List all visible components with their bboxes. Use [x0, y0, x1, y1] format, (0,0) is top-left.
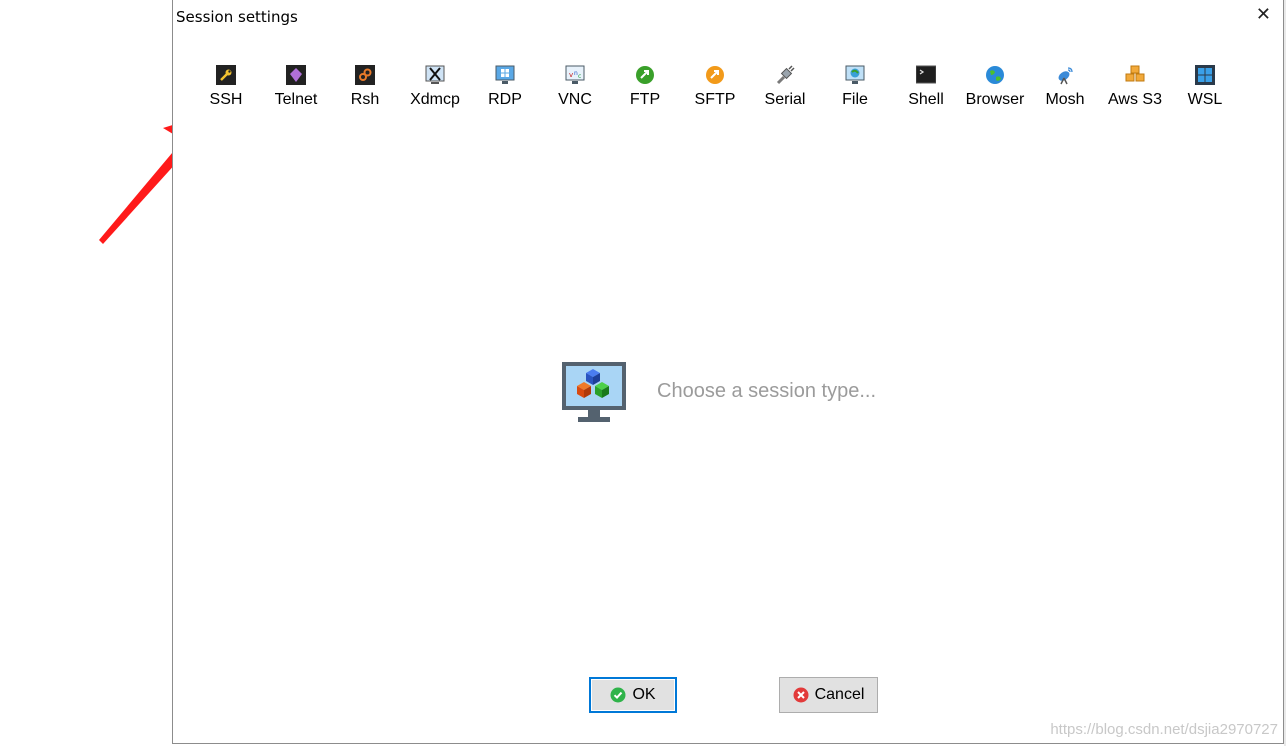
aws-s3-icon [1125, 65, 1145, 82]
close-icon[interactable]: ✕ [1256, 6, 1271, 24]
session-type-label: Serial [764, 91, 806, 108]
dialog-title: Session settings [176, 8, 298, 26]
rsh-icon [355, 65, 375, 85]
satellite-icon [1058, 67, 1073, 85]
xdmcp-icon [425, 65, 445, 84]
session-type-rsh[interactable]: Rsh [330, 60, 400, 116]
session-type-label: Browser [965, 91, 1025, 108]
monitor-cubes-icon [562, 362, 626, 422]
session-type-label: Rsh [350, 91, 380, 108]
session-type-vnc[interactable]: vnc VNC [540, 60, 610, 116]
file-icon [845, 65, 865, 84]
session-type-file[interactable]: File [820, 60, 890, 116]
session-type-label: SFTP [694, 91, 736, 108]
session-type-label: SSH [209, 91, 243, 108]
session-type-aws-s3[interactable]: Aws S3 [1100, 60, 1170, 116]
choose-session-hint: Choose a session type... [657, 380, 877, 402]
check-icon [610, 687, 626, 703]
serial-plug-icon [776, 65, 795, 85]
session-type-label: RDP [488, 91, 522, 108]
session-type-label: Aws S3 [1108, 91, 1162, 108]
wrench-icon [216, 65, 236, 85]
sftp-icon [706, 66, 724, 84]
session-type-label: FTP [629, 91, 661, 108]
rdp-icon [495, 65, 515, 84]
svg-text:c: c [578, 73, 581, 80]
cancel-button-label: Cancel [814, 686, 865, 703]
session-type-label: File [842, 91, 868, 108]
session-type-ftp[interactable]: FTP [610, 60, 680, 116]
session-type-mosh[interactable]: Mosh [1030, 60, 1100, 116]
session-type-sftp[interactable]: SFTP [680, 60, 750, 116]
globe-icon [986, 66, 1004, 84]
telnet-icon [286, 65, 306, 85]
session-type-label: Shell [908, 91, 944, 108]
watermark: https://blog.csdn.net/dsjia2970727 [1050, 721, 1278, 738]
ok-button-label: OK [632, 686, 656, 703]
session-settings-dialog: Session settings ✕ SSH Telnet Rsh Xdmcp … [172, 0, 1284, 744]
session-type-label: WSL [1187, 91, 1223, 108]
cancel-button[interactable]: Cancel [779, 677, 878, 713]
session-type-shell[interactable]: Shell [891, 60, 961, 116]
session-type-ssh[interactable]: SSH [191, 60, 261, 116]
ok-button[interactable]: OK [589, 677, 677, 713]
session-type-wsl[interactable]: WSL [1170, 60, 1240, 116]
terminal-icon [916, 65, 936, 84]
session-type-serial[interactable]: Serial [750, 60, 820, 116]
session-type-telnet[interactable]: Telnet [261, 60, 331, 116]
session-type-label: Mosh [1045, 91, 1085, 108]
vnc-icon: vnc [565, 65, 585, 84]
session-type-label: Telnet [274, 91, 318, 108]
session-type-label: Xdmcp [410, 91, 460, 108]
svg-text:v: v [569, 71, 573, 79]
cancel-x-icon [793, 687, 809, 703]
session-type-rdp[interactable]: RDP [470, 60, 540, 116]
ftp-icon [636, 66, 654, 84]
session-type-toolbar: SSH Telnet Rsh Xdmcp RDP vnc VNC FTP SFT… [173, 60, 1283, 120]
session-type-browser[interactable]: Browser [960, 60, 1030, 116]
session-type-xdmcp[interactable]: Xdmcp [400, 60, 470, 116]
windows-icon [1195, 65, 1215, 85]
session-type-label: VNC [558, 91, 592, 108]
